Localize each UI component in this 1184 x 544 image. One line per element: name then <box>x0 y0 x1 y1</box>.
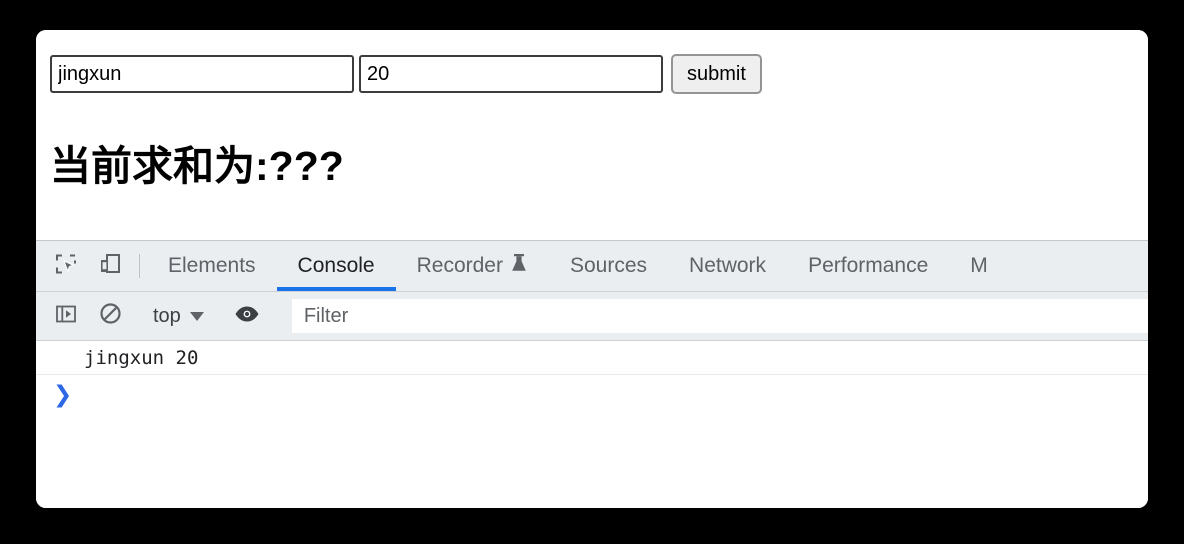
tab-sources[interactable]: Sources <box>549 241 668 291</box>
context-label: top <box>153 304 181 327</box>
page-content: submit 当前求和为:??? <box>36 30 1148 240</box>
tab-label: Sources <box>569 254 648 277</box>
tab-memory[interactable]: M <box>949 241 1009 291</box>
device-toolbar-icon <box>98 252 122 281</box>
console-log-text: jingxun 20 <box>84 346 199 369</box>
tab-performance[interactable]: Performance <box>787 241 949 291</box>
tab-elements[interactable]: Elements <box>147 241 277 291</box>
clear-console-button[interactable] <box>88 302 132 330</box>
console-prompt-chevron: ❯ <box>53 381 73 408</box>
devtools-panel: Elements Console Recorder Sources Networ… <box>36 240 1148 508</box>
devtools-tabbar: Elements Console Recorder Sources Networ… <box>36 241 1148 292</box>
tab-network[interactable]: Network <box>668 241 787 291</box>
clear-console-icon <box>99 302 122 330</box>
console-sidebar-icon <box>55 303 77 330</box>
inspect-element-icon <box>54 252 78 281</box>
page-title: 当前求和为:??? <box>50 143 344 189</box>
console-context-selector[interactable]: top <box>147 305 210 328</box>
flask-icon <box>510 253 528 279</box>
tab-label: Performance <box>808 254 929 277</box>
tab-label: Console <box>297 254 375 277</box>
browser-window-card: submit 当前求和为:??? <box>36 30 1148 508</box>
tab-recorder[interactable]: Recorder <box>396 241 549 291</box>
tab-label: M <box>970 254 988 277</box>
tab-label: Network <box>689 254 767 277</box>
console-prompt-row[interactable]: ❯ <box>36 375 1148 415</box>
console-prompt-input[interactable] <box>72 375 1148 415</box>
live-expression-eye-icon <box>234 304 260 329</box>
console-sidebar-button[interactable] <box>44 303 88 330</box>
live-expression-button[interactable] <box>225 304 269 329</box>
tab-label: Recorder <box>416 254 503 277</box>
chevron-down-icon <box>189 311 204 321</box>
tab-label: Elements <box>168 254 256 277</box>
console-filter-input[interactable] <box>291 299 1148 333</box>
inspect-element-button[interactable] <box>44 241 88 291</box>
device-toolbar-button[interactable] <box>88 241 132 291</box>
console-log-row: jingxun 20 <box>36 341 1148 375</box>
console-toolbar: top <box>36 292 1148 341</box>
number-input[interactable] <box>359 55 663 93</box>
sum-form: submit <box>50 54 762 94</box>
tab-console[interactable]: Console <box>276 241 396 291</box>
name-input[interactable] <box>50 55 354 93</box>
console-output: jingxun 20 ❯ <box>36 341 1148 508</box>
tabbar-separator <box>139 254 140 278</box>
submit-button[interactable]: submit <box>671 54 762 94</box>
